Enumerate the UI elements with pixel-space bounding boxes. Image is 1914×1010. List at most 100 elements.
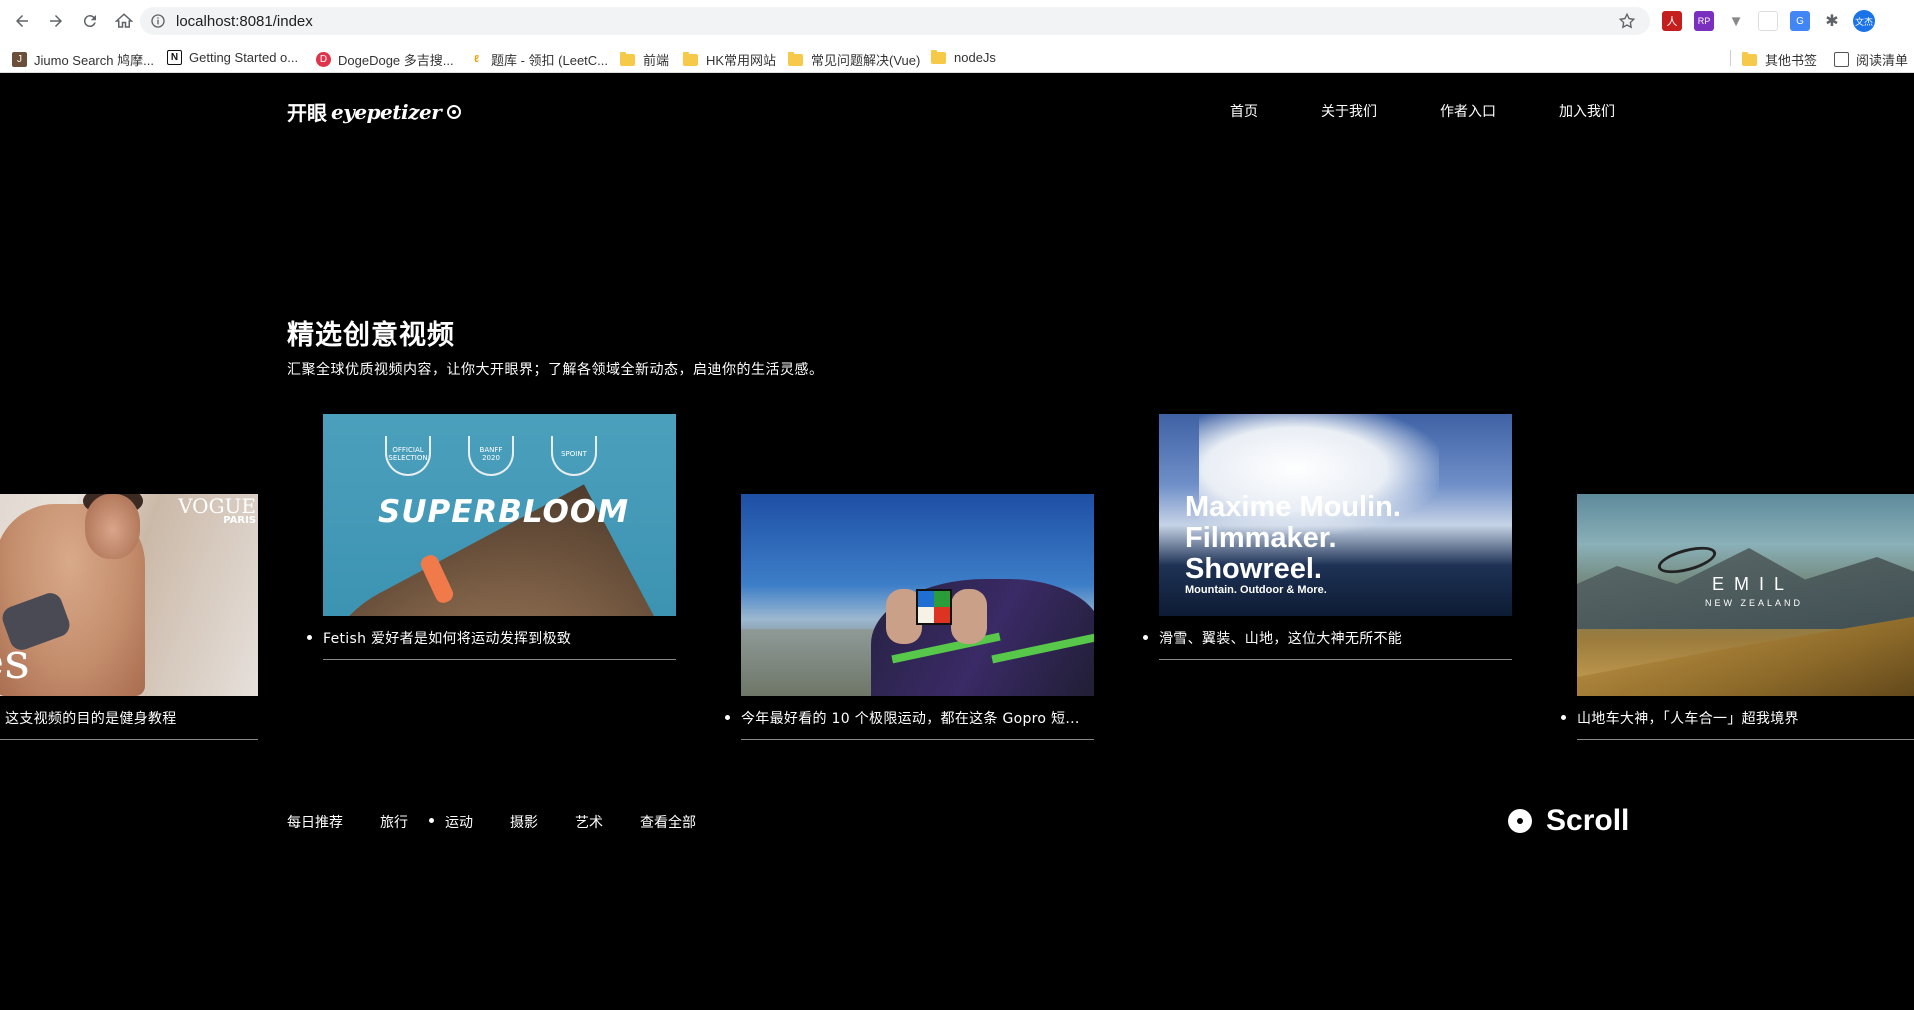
category-photography[interactable]: 摄影 [510,812,538,832]
back-icon[interactable] [10,9,34,33]
notion-icon: N [167,50,182,65]
category-sports[interactable]: 运动 [429,812,473,832]
scroll-label: Scroll [1546,804,1630,837]
video-caption[interactable]: 今年最好看的 10 个极限运动，都在这条 Gopro 短... [725,696,1094,740]
nav-about[interactable]: 关于我们 [1321,101,1377,121]
jiumo-icon: J [12,52,27,67]
info-icon[interactable] [150,13,166,29]
profile-avatar[interactable]: 文杰 [1853,10,1875,32]
folder-icon [1742,51,1757,66]
reading-list-icon [1834,52,1849,67]
video-card[interactable]: EMIL NEW ZEALAND 山地车大神，「人车合一」超我境界 [1561,494,1914,740]
caption-text: 这支视频的目的是健身教程 [5,710,177,727]
thumbnail-head [85,494,140,559]
thumbnail-line: Filmmaker. [1185,522,1337,554]
video-card[interactable]: Maxime Moulin. Filmmaker. Showreel. Moun… [1143,414,1512,660]
bookmark-folder-nodejs[interactable]: nodeJs [931,49,996,65]
folder-icon [931,49,946,64]
url-text[interactable]: localhost:8081/index [176,13,313,30]
bullet-icon [1143,635,1148,640]
video-thumbnail[interactable]: Maxime Moulin. Filmmaker. Showreel. Moun… [1159,414,1512,616]
thumbnail-hand [951,589,987,644]
bookmark-label: Jiumo Search 鸠摩... [34,53,154,68]
folder-icon [620,51,635,66]
bullet-icon [1561,715,1566,720]
blank-extension-icon[interactable] [1758,11,1778,31]
video-caption[interactable]: 这支视频的目的是健身教程 [0,696,258,740]
category-daily[interactable]: 每日推荐 [287,812,343,832]
bookmarks-bar: J Jiumo Search 鸠摩... N Getting Started o… [0,42,1914,73]
home-icon[interactable] [112,9,136,33]
video-caption[interactable]: 滑雪、翼装、山地，这位大神无所不能 [1143,616,1512,660]
logo-cn-text: 开眼 [287,101,327,125]
thumbnail-line: Maxime Moulin. [1185,491,1401,523]
bookmark-notion[interactable]: N Getting Started o... [167,50,298,65]
bookmark-folder-hk[interactable]: HK常用网站 [683,50,776,69]
reading-list[interactable]: 阅读清单 [1834,50,1908,69]
puzzle-extensions-icon[interactable]: ✱ [1822,11,1842,31]
video-card[interactable]: 今年最好看的 10 个极限运动，都在这条 Gopro 短... [725,494,1094,740]
address-bar[interactable]: localhost:8081/index [140,7,1650,35]
video-thumbnail[interactable]: EMIL NEW ZEALAND [1577,494,1914,696]
bookmark-folder-other[interactable]: 其他书签 [1742,50,1817,69]
reload-icon[interactable] [78,9,102,33]
video-card[interactable]: OFFICIAL SELECTION BANFF 2020 SPOINT SUP… [307,414,676,660]
video-thumbnail[interactable]: OFFICIAL SELECTION BANFF 2020 SPOINT SUP… [323,414,676,616]
category-art[interactable]: 艺术 [575,812,603,832]
bookmark-folder-vue[interactable]: 常见问题解决(Vue) [788,50,920,69]
nav-home[interactable]: 首页 [1230,101,1258,121]
rp-extension-icon[interactable]: RP [1694,11,1714,31]
thumbnail-tagline: Mountain. Outdoor & More. [1185,584,1327,596]
thumbnail-title: Maxime Moulin. Filmmaker. Showreel. [1185,492,1401,585]
caption-text: 今年最好看的 10 个极限运动，都在这条 Gopro 短... [741,710,1080,727]
browser-chrome: localhost:8081/index 人 RP ▼ G ✱ 文杰 J Jiu… [0,0,1914,73]
scroll-indicator[interactable]: Scroll [1508,804,1629,838]
scroll-icon [1508,809,1532,833]
browser-toolbar: localhost:8081/index 人 RP ▼ G ✱ 文杰 [0,0,1914,42]
bookmark-label: Getting Started o... [189,50,299,65]
hero-subtitle: 汇聚全球优质视频内容，让你大开眼界；了解各领域全新动态，启迪你的生活灵感。 [287,362,824,378]
forward-icon[interactable] [44,9,68,33]
category-view-all[interactable]: 查看全部 [640,812,696,832]
browser-menu-icon[interactable] [1888,11,1908,31]
laurel-badge: OFFICIAL SELECTION [385,436,431,476]
nav-author[interactable]: 作者入口 [1440,101,1496,121]
category-travel[interactable]: 旅行 [380,812,408,832]
translate-extension-icon[interactable]: G [1790,11,1810,31]
bookmark-label: 其他书签 [1765,53,1818,68]
video-thumbnail[interactable] [741,494,1094,696]
dogedoge-icon: D [316,52,331,67]
thumbnail-line: Showreel. [1185,553,1322,585]
thumbnail-tagline: NEW ZEALAND [1705,598,1804,608]
folder-icon [683,51,698,66]
caption-text: Fetish 爱好者是如何将运动发挥到极致 [323,630,572,647]
leetcode-icon: ℓ [474,54,479,65]
bookmark-dogedoge[interactable]: D DogeDoge 多吉搜... [316,50,454,69]
bookmark-star-icon[interactable] [1618,12,1636,30]
bullet-icon [307,635,312,640]
bookmark-label: DogeDoge 多吉搜... [338,53,454,68]
video-thumbnail[interactable]: ue nmes VOGUE PARIS [0,494,258,696]
reading-list-label: 阅读清单 [1856,53,1909,68]
page-content: 开眼 eyepetizer 首页 关于我们 作者入口 加入我们 精选创意视频 汇… [0,73,1914,1010]
bookmarks-divider [1730,50,1731,66]
eye-icon [447,104,462,119]
caption-text: 滑雪、翼装、山地，这位大神无所不能 [1159,630,1403,647]
bookmark-jiumo[interactable]: J Jiumo Search 鸠摩... [12,50,154,69]
nav-join[interactable]: 加入我们 [1559,101,1615,121]
thumbnail-text: nmes [0,632,30,690]
video-caption[interactable]: Fetish 爱好者是如何将运动发挥到极致 [307,616,676,660]
site-logo[interactable]: 开眼 eyepetizer [287,97,462,126]
laurel-badge: SPOINT [551,436,597,476]
video-card[interactable]: ue nmes VOGUE PARIS 这支视频的目的是健身教程 [0,494,258,740]
vogue-logo: VOGUE PARIS [178,496,256,526]
bullet-icon [725,715,730,720]
logo-en-text: eyepetizer [331,99,442,124]
bookmark-label: HK常用网站 [706,53,777,68]
bookmark-leetcode[interactable]: ℓ 题库 - 领扣 (LeetC... [469,50,608,69]
vue-devtools-icon[interactable]: ▼ [1726,11,1746,31]
thumbnail-rubiks-cube [916,589,952,625]
video-caption[interactable]: 山地车大神，「人车合一」超我境界 [1561,696,1914,740]
pdf-extension-icon[interactable]: 人 [1662,11,1682,31]
bookmark-folder-frontend[interactable]: 前端 [620,50,669,69]
